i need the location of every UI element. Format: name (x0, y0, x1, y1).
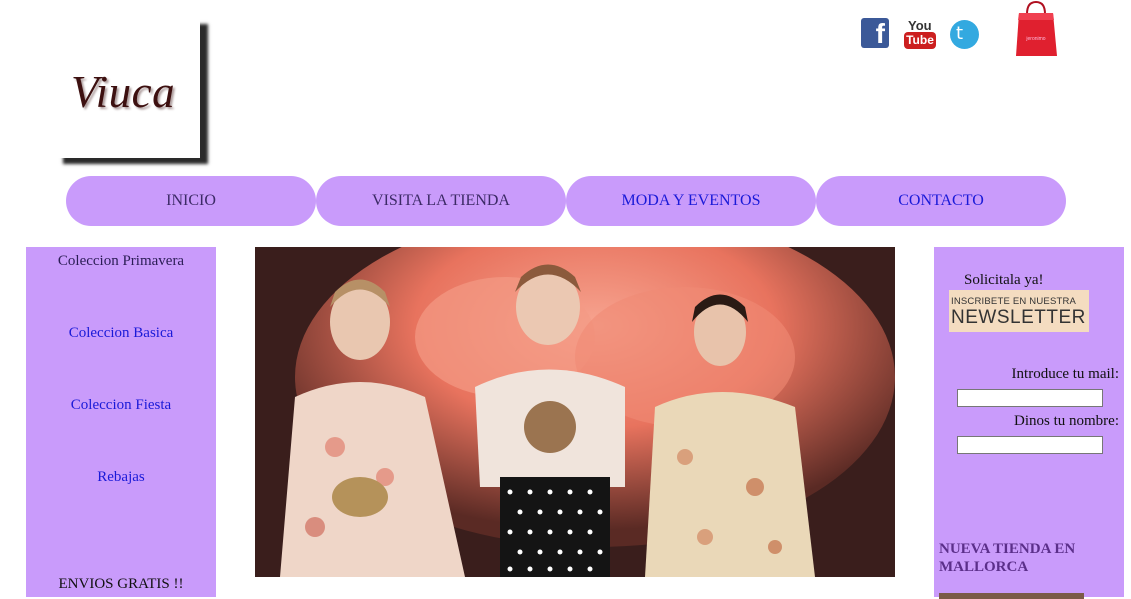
youtube-bottom-label: Tube (904, 32, 936, 49)
free-shipping-notice: ENVIOS GRATIS !! (58, 576, 184, 592)
sidebar-item-rebajas[interactable]: Rebajas (26, 469, 216, 486)
logo-text: Viuca (71, 67, 176, 117)
sidebar-item-coleccion-fiesta[interactable]: Coleccion Fiesta (26, 397, 216, 414)
newsletter-badge-line2: NEWSLETTER (951, 307, 1086, 328)
email-field[interactable] (957, 389, 1103, 407)
newsletter-cta: Solicitala ya! (964, 272, 1044, 288)
twitter-glyph: t (956, 23, 964, 44)
new-store-heading[interactable]: NUEVA TIENDA EN MALLORCA (939, 540, 1119, 576)
facebook-icon[interactable]: f (861, 18, 889, 49)
newsletter-badge[interactable]: INSCRIBETE EN NUESTRA NEWSLETTER (949, 290, 1089, 332)
youtube-icon[interactable]: You Tube (904, 18, 936, 49)
youtube-top-label: You (908, 18, 932, 33)
mail-label: Introduce tu mail: (1011, 366, 1119, 382)
right-sidebar: Solicitala ya! INSCRIBETE EN NUESTRA NEW… (934, 247, 1124, 599)
new-store-image[interactable] (939, 593, 1084, 599)
sidebar-item-coleccion-basica[interactable]: Coleccion Basica (26, 325, 216, 342)
twitter-icon[interactable]: t (950, 20, 979, 49)
name-field[interactable] (957, 436, 1103, 454)
nav-visita-la-tienda[interactable]: VISITA LA TIENDA (316, 176, 566, 226)
logo[interactable]: Viuca (55, 18, 200, 158)
newsletter-badge-line1: INSCRIBETE EN NUESTRA (951, 296, 1077, 307)
sidebar-item-coleccion-primavera[interactable]: Coleccion Primavera (26, 253, 216, 270)
name-label: Dinos tu nombre: (1014, 413, 1119, 429)
nav-moda-y-eventos[interactable]: MODA Y EVENTOS (566, 176, 816, 226)
hero-runway-image (255, 247, 895, 577)
facebook-glyph: f (875, 18, 885, 49)
bag-label: jeronimo (1025, 36, 1045, 42)
nav-inicio[interactable]: INICIO (66, 176, 316, 226)
nav-contacto[interactable]: CONTACTO (816, 176, 1066, 226)
left-sidebar: Coleccion Primavera Coleccion Basica Col… (26, 247, 216, 597)
shopping-bag-icon[interactable]: jeronimo (1013, 0, 1059, 58)
